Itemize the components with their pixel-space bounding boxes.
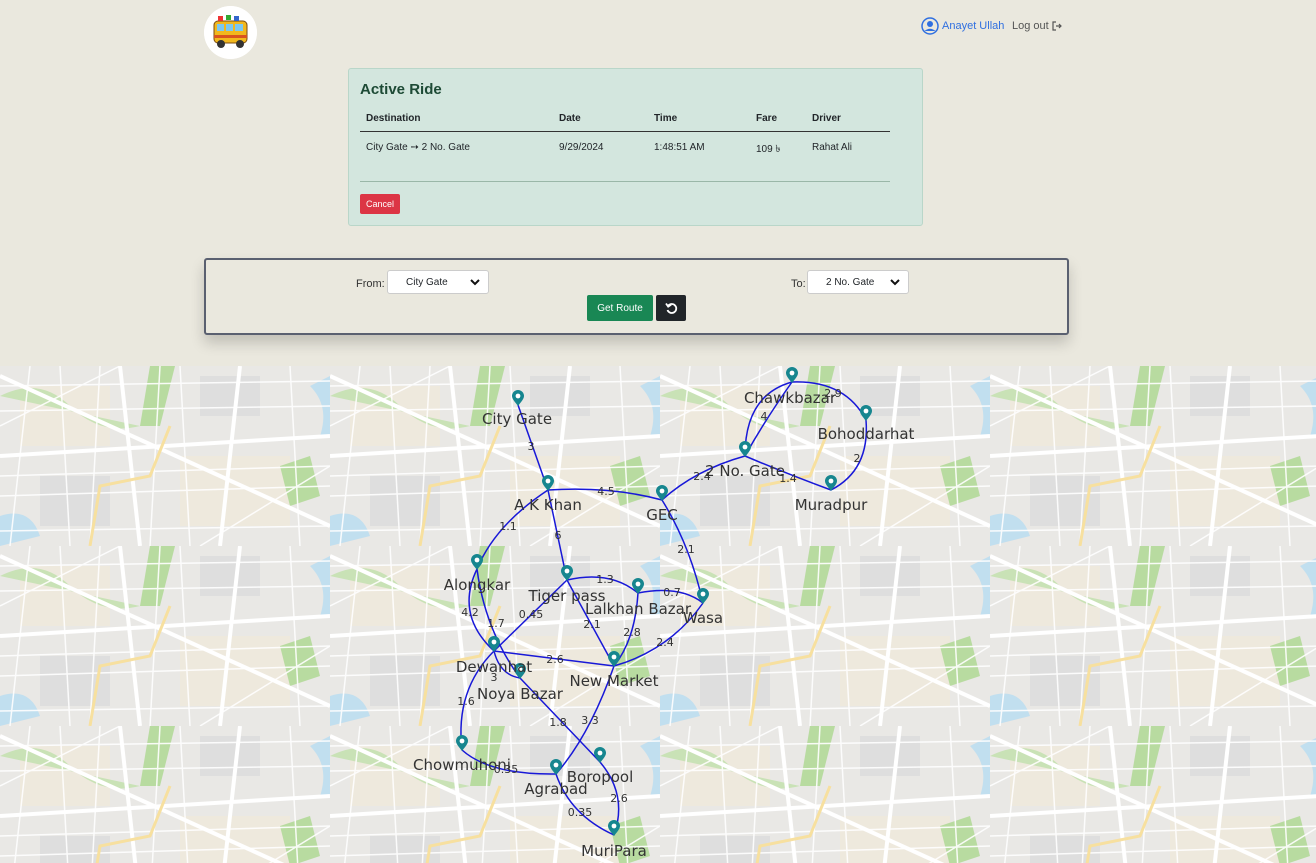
edge-label: 6 [555,529,562,542]
edge-label: 1.1 [499,520,517,533]
node-label-2-no-gate: 2 No. Gate [705,462,785,480]
node-label-muradpur: Muradpur [795,496,868,514]
to-select[interactable]: 2 No. Gate [807,270,909,294]
edge-label: 2.1 [583,618,601,631]
edge-label: 1.6 [457,695,475,708]
node-label-chowmuhoni: Chowmuhoni [413,756,511,774]
from-select-value: City Gate [406,276,448,288]
map-pin-dot [659,488,665,494]
active-ride-table: Destination Date Time Fare Driver City G… [360,109,890,160]
cell-driver: Rahat Ali [812,142,853,153]
edge-label: 4.2 [461,606,479,619]
node-label-chawkbazar: Chawkbazar [744,389,837,407]
map-pin-dot [515,393,521,399]
active-ride-card: Active Ride Destination Date Time Fare D… [348,68,923,226]
to-label: To: [791,278,806,290]
edge-label: 1.7 [487,617,505,630]
divider [360,181,890,182]
edge-label: 4 [761,410,768,423]
node-label-alongkar: Alongkar [444,576,511,594]
map-pin-dot [742,444,748,450]
map-pin-dot [611,654,617,660]
reset-button[interactable] [656,295,686,321]
from-label: From: [356,278,385,290]
map-pin-dot [700,591,706,597]
chevron-down-icon [890,278,900,285]
edge-label: 1.3 [596,573,614,586]
node-label-ak-khan: A K Khan [514,496,582,514]
bus-logo[interactable] [204,6,257,59]
edge-label: 3 [528,440,535,453]
node-label-agrabad: Agrabad [524,780,587,798]
node-label-new-market: New Market [569,672,658,690]
user-name: Anayet Ullah [942,20,1005,32]
edge-label: 2.6 [546,653,564,666]
col-fare: Fare [756,113,778,124]
user-circle-icon [921,17,939,35]
cancel-button[interactable]: Cancel [360,194,401,214]
map-pin-dot [611,823,617,829]
to-select-value: 2 No. Gate [826,276,875,288]
edge-label: 4.5 [597,485,615,498]
from-select[interactable]: City Gate [387,270,489,294]
map-pin-dot [491,639,497,645]
edge-label: 3.3 [581,714,599,727]
edge-label: 0.35 [568,806,593,819]
route-form: From: City Gate To: 2 No. Gate Get Route [204,258,1069,335]
route-map[interactable]: 3 2.9 4 2 1.4 2.4 4.5 1.1 6 2.1 1.3 0.7 … [0,366,1316,863]
edge-label: 0.7 [663,586,681,599]
logout-icon [1052,21,1062,31]
edge-label: 2.1 [677,543,695,556]
logout-link[interactable]: Log out [1012,20,1062,32]
route-graph[interactable]: 3 2.9 4 2 1.4 2.4 4.5 1.1 6 2.1 1.3 0.7 … [0,366,1316,863]
edge-label: 2 [854,452,861,465]
map-pin-dot [789,370,795,376]
cell-date: 9/29/2024 [559,142,604,153]
map-pin-dot [553,762,559,768]
col-destination: Destination [366,113,421,124]
active-ride-title: Active Ride [360,81,442,98]
cell-destination: City Gate ➙ 2 No. Gate [366,142,470,153]
node-label-dewanhat: Dewanhat [456,658,532,676]
cell-time: 1:48:51 AM [654,142,705,153]
map-pin-dot [863,408,869,414]
chevron-down-icon [470,278,480,285]
reset-icon [664,302,677,314]
col-driver: Driver [812,113,841,124]
edge-label: 2.4 [656,636,674,649]
node-label-noya-bazar: Noya Bazar [477,685,564,703]
table-header: Destination Date Time Fare Driver [360,109,890,132]
node-label-lalkhan-bazar: Lalkhan Bazar [585,600,692,618]
cell-fare: 109 ৳ [756,144,781,155]
user-profile-link[interactable]: Anayet Ullah [921,17,1004,35]
node-label-wasa: Wasa [683,609,723,627]
edge-label: 0.45 [519,608,544,621]
col-time: Time [654,113,678,124]
map-pin-dot [635,581,641,587]
node-label-gec: GEC [646,506,678,524]
edge-label: 2.8 [623,626,641,639]
map-pin-dot [597,750,603,756]
node-label-city-gate: City Gate [482,410,552,428]
node-label-bohoddarhat: Bohoddarhat [818,425,915,443]
edge-label: 2.6 [610,792,628,805]
map-pin-dot [828,478,834,484]
edge-label: 1.8 [549,716,567,729]
map-pin-dot [564,568,570,574]
node-label-muripara: MuriPara [581,842,647,860]
map-pin-dot [459,738,465,744]
map-pin-dot [474,557,480,563]
col-date: Date [559,113,581,124]
map-pin-dot [545,478,551,484]
get-route-button[interactable]: Get Route [587,295,653,321]
logout-label: Log out [1012,20,1049,32]
table-row: City Gate ➙ 2 No. Gate 9/29/2024 1:48:51… [360,132,890,160]
